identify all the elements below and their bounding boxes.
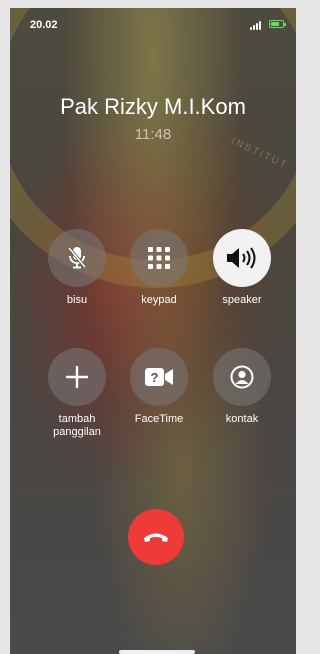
speaker-button[interactable] (213, 229, 271, 287)
facetime-button[interactable]: ? (130, 348, 188, 406)
call-screen: INSTITUT 20.02 Pak Rizky M.I.Kom 11:48 b (10, 8, 296, 654)
phone-hangup-icon (144, 533, 168, 542)
status-bar: 20.02 (10, 8, 296, 36)
svg-text:?: ? (151, 370, 159, 385)
battery-charging-icon (269, 20, 286, 28)
mute-button[interactable] (48, 229, 106, 287)
keypad-grid-icon (148, 247, 170, 269)
keypad-label: keypad (141, 294, 177, 306)
keypad-control: keypad (119, 229, 199, 307)
speaker-control: speaker (202, 229, 282, 307)
caller-name: Pak Rizky M.I.Kom (60, 94, 246, 119)
plus-icon (66, 366, 88, 388)
keypad-button[interactable] (130, 229, 188, 287)
mic-slash-icon (67, 246, 87, 269)
add-call-control: tambah panggilan (37, 348, 117, 439)
person-circle-icon (230, 365, 254, 389)
end-call-button[interactable] (128, 509, 184, 565)
speaker-label: speaker (222, 294, 262, 306)
facetime-label: FaceTime (134, 413, 184, 425)
add-call-button[interactable] (48, 348, 106, 406)
contacts-button[interactable] (213, 348, 271, 406)
mute-control: bisu (37, 229, 117, 307)
contacts-control: kontak (202, 348, 282, 426)
home-indicator[interactable] (119, 650, 195, 654)
add-call-label: tambah panggilan (53, 413, 101, 438)
status-time: 20.02 (30, 19, 58, 31)
video-camera-icon: ? (145, 368, 173, 386)
speaker-icon (227, 247, 256, 269)
signal-icon (250, 21, 264, 30)
mute-label: bisu (66, 294, 88, 306)
facetime-control: ? FaceTime (119, 348, 199, 426)
contacts-label: kontak (225, 413, 259, 425)
call-duration: 11:48 (134, 126, 172, 143)
